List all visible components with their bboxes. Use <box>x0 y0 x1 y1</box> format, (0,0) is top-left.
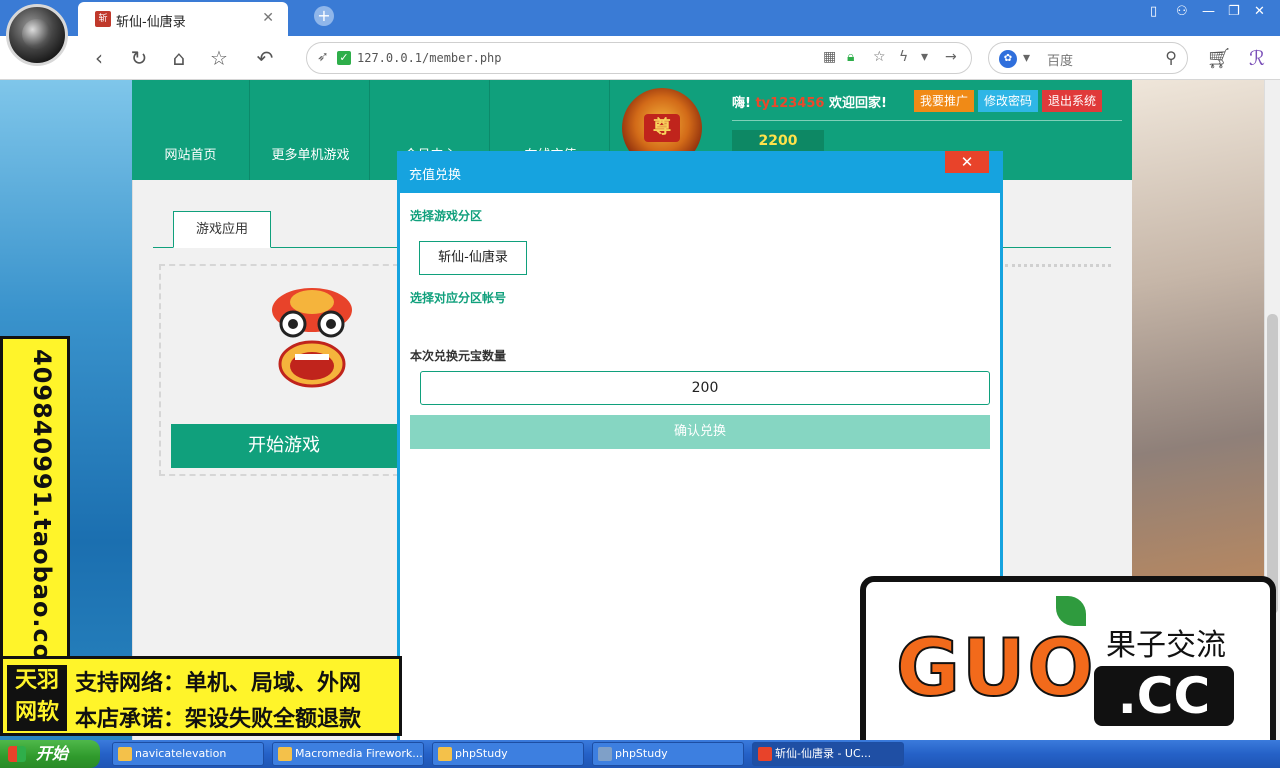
undo-icon[interactable]: ↶ <box>252 45 278 71</box>
change-password-button[interactable]: 修改密码 <box>978 90 1039 112</box>
watermark-guo: GUO <box>895 623 1096 715</box>
game-card: 开始游戏 <box>159 264 399 476</box>
watermark-cc: .CC <box>1094 666 1234 726</box>
task-label: phpStudy <box>615 747 668 760</box>
search-icon[interactable]: ⚲ <box>1165 48 1177 67</box>
browser-tab-bar: 斩 斩仙-仙唐录 ✕ + ▯ ⚇ — ❐ ✕ <box>0 0 1280 36</box>
modal-title: 充值兑换 <box>409 168 462 183</box>
go-arrow-icon[interactable]: → <box>945 49 957 65</box>
start-label: 开始 <box>36 744 69 763</box>
browser-tab-active[interactable]: 斩 斩仙-仙唐录 ✕ <box>78 2 288 36</box>
user-profile-icon[interactable]: ℛ <box>1244 45 1270 71</box>
cart-icon[interactable]: 🛒︎ <box>1206 45 1232 71</box>
username: ty123456 <box>755 96 825 111</box>
task-fireworks[interactable]: Macromedia Firework... <box>272 742 424 766</box>
start-game-button[interactable]: 开始游戏 <box>171 424 397 468</box>
ad-logo: 天羽 网软 <box>7 665 67 731</box>
reload-icon[interactable]: ↻ <box>126 45 152 71</box>
window-feedback-icon[interactable]: ⚇ <box>1176 4 1188 19</box>
window-close-icon[interactable]: ✕ <box>1254 4 1265 19</box>
window-skin-icon[interactable]: ▯ <box>1150 4 1157 19</box>
task-phpstudy-app[interactable]: phpStudy <box>592 742 744 766</box>
watermark-cn: 果子交流 <box>1106 628 1226 663</box>
header-divider <box>732 120 1122 121</box>
start-button[interactable]: 开始 <box>0 740 100 768</box>
greeting: 嗨! ty123456 欢迎回家! <box>732 92 887 111</box>
ad-logo-line-2: 网软 <box>14 700 59 725</box>
dropdown-icon[interactable]: ▾ <box>921 49 928 65</box>
rocket-icon[interactable]: ➶ <box>317 49 329 65</box>
lightning-icon[interactable]: ϟ <box>899 49 908 65</box>
vertical-ad-banner: 409840991.taobao.com <box>0 336 70 688</box>
windows-flag-icon <box>8 746 26 762</box>
favorite-star-icon[interactable]: ☆ <box>873 49 886 65</box>
phpstudy-app-icon <box>598 747 612 761</box>
rank-badge-label: 尊 <box>644 114 680 142</box>
task-navicat[interactable]: navicatelevation <box>112 742 264 766</box>
folder-icon <box>438 747 452 761</box>
windows-taskbar: 开始 navicatelevation Macromedia Firework.… <box>0 740 1280 768</box>
task-label: 斩仙-仙唐录 - UC... <box>775 747 872 760</box>
logout-button[interactable]: 退出系统 <box>1042 90 1103 112</box>
card-border-decoration <box>1005 264 1111 267</box>
task-label: navicatelevation <box>135 747 227 760</box>
search-placeholder[interactable]: 百度 <box>1047 50 1073 69</box>
select-server-label: 选择游戏分区 <box>410 209 483 223</box>
address-bar[interactable]: ➶ ✓ 127.0.0.1/member.php ▦ 🔒︎ ☆ ϟ ▾ → <box>306 42 972 74</box>
browser-logo-icon[interactable] <box>6 4 68 66</box>
task-phpstudy-folder[interactable]: phpStudy <box>432 742 584 766</box>
tab-favicon-icon: 斩 <box>95 11 111 27</box>
modal-header: 充值兑换 ✕ <box>397 151 1003 193</box>
lion-dance-game-icon[interactable] <box>267 280 357 390</box>
tab-close-icon[interactable]: ✕ <box>262 10 274 26</box>
scrollbar-thumb[interactable] <box>1267 314 1278 614</box>
window-minimize-icon[interactable]: — <box>1202 4 1215 19</box>
task-label: phpStudy <box>455 747 508 760</box>
select-account-label: 选择对应分区帐号 <box>410 291 507 305</box>
amount-label: 本次兑换元宝数量 <box>410 349 507 363</box>
secure-check-icon: ✓ <box>337 51 351 65</box>
qr-code-icon[interactable]: ▦ <box>823 49 836 65</box>
browser-toolbar: ‹ ↻ ⌂ ☆ ↶ ➶ ✓ 127.0.0.1/member.php ▦ 🔒︎ … <box>0 36 1280 80</box>
back-icon[interactable]: ‹ <box>86 45 112 71</box>
fireworks-app-icon <box>278 747 292 761</box>
ad-text-line-1: 支持网络：单机、局域、外网 <box>75 671 362 696</box>
ad-logo-line-1: 天羽 <box>14 668 59 693</box>
window-restore-icon[interactable]: ❐ <box>1228 4 1240 19</box>
tab-title: 斩仙-仙唐录 <box>116 15 186 30</box>
modal-close-button[interactable]: ✕ <box>945 151 989 173</box>
ad-text-line-2: 本店承诺：架设失败全额退款 <box>75 707 362 732</box>
amount-input[interactable]: 200 <box>420 371 990 405</box>
engine-dropdown-icon[interactable]: ▾ <box>1023 50 1030 66</box>
confirm-exchange-button[interactable]: 确认兑换 <box>410 415 990 449</box>
browser-app-icon <box>758 747 772 761</box>
promote-button[interactable]: 我要推广 <box>914 90 975 112</box>
baidu-paw-icon[interactable]: ✿ <box>999 50 1017 68</box>
home-icon[interactable]: ⌂ <box>166 45 192 71</box>
leaf-icon <box>1056 596 1086 626</box>
server-option[interactable]: 斩仙-仙唐录 <box>419 241 527 275</box>
new-tab-button[interactable]: + <box>314 6 334 26</box>
greeting-prefix: 嗨! <box>732 96 751 111</box>
watermark-logo: GUO 果子交流 .CC <box>860 576 1276 764</box>
tab-game-apps[interactable]: 游戏应用 <box>173 211 271 248</box>
search-box[interactable]: ✿ ▾ 百度 ⚲ <box>988 42 1188 74</box>
vertical-ad-text: 409840991.taobao.com <box>28 349 56 688</box>
task-browser[interactable]: 斩仙-仙唐录 - UC... <box>752 742 904 766</box>
nav-more-games[interactable]: 更多单机游戏 <box>252 80 370 180</box>
bottom-ad-banner: 天羽 网软 支持网络：单机、局域、外网 本店承诺：架设失败全额退款 <box>0 656 402 736</box>
folder-icon <box>118 747 132 761</box>
greeting-suffix: 欢迎回家! <box>828 96 887 111</box>
lock-icon[interactable]: 🔒︎ <box>847 49 854 65</box>
bookmark-star-icon[interactable]: ☆ <box>206 45 232 71</box>
task-label: Macromedia Firework... <box>295 747 423 760</box>
url-text[interactable]: 127.0.0.1/member.php <box>357 51 502 65</box>
nav-home[interactable]: 网站首页 <box>132 80 250 180</box>
gold-balance: 2200 <box>732 130 824 152</box>
